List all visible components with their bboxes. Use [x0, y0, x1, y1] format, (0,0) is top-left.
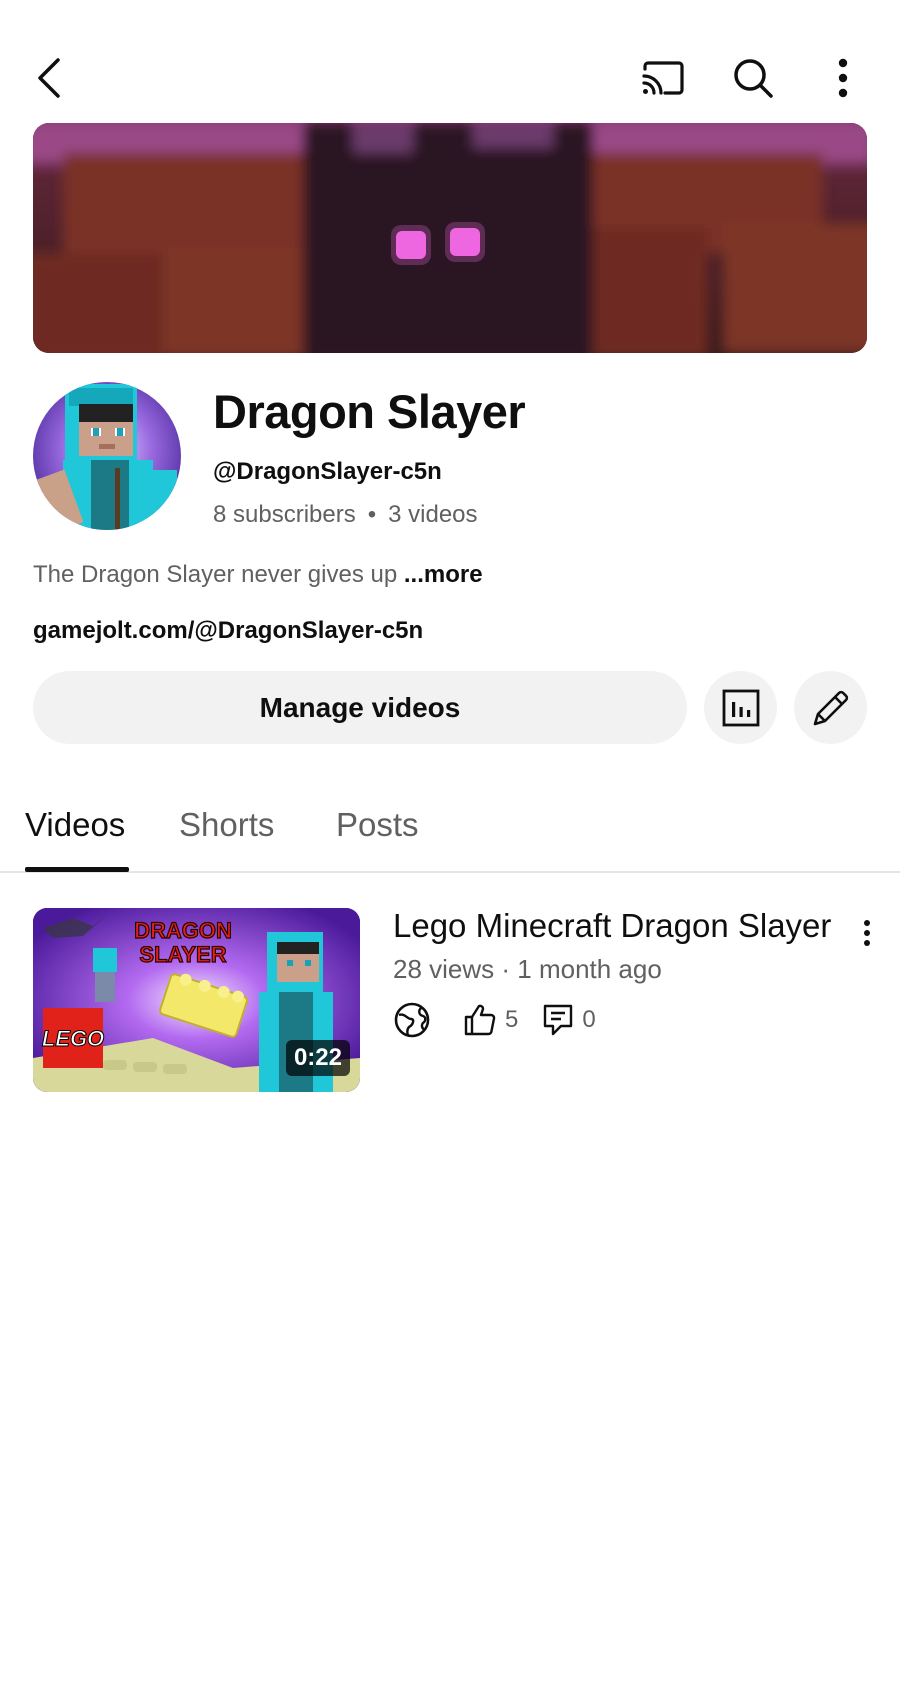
more-vertical-icon [864, 920, 870, 946]
video-list-item[interactable]: LEGO DRAGON SLAYER 0:22 Lego Minecraft D… [0, 905, 900, 1095]
active-tab-indicator [25, 867, 129, 872]
video-count: 3 videos [388, 501, 478, 528]
channel-handle: @DragonSlayer-c5n [213, 458, 442, 485]
channel-tabs: Videos Shorts Posts [0, 790, 900, 873]
banner-image [33, 123, 867, 353]
video-thumbnail[interactable]: LEGO DRAGON SLAYER 0:22 [33, 908, 360, 1092]
video-more-button[interactable] [852, 913, 882, 953]
search-button[interactable] [718, 40, 788, 115]
like-count: 5 [505, 1006, 519, 1033]
tab-posts[interactable]: Posts [336, 805, 419, 845]
thumb-logo: LEGO [42, 1026, 104, 1051]
comments-stat: 0 [542, 1003, 596, 1037]
video-duration: 0:22 [285, 1040, 350, 1076]
channel-stats: 8 subscribers • 3 videos [213, 500, 478, 530]
avatar-image [33, 382, 181, 530]
globe-icon [394, 1002, 430, 1038]
likes-stat: 5 [463, 1003, 518, 1037]
subscriber-count: 8 subscribers [213, 501, 356, 528]
stats-separator: • [367, 501, 377, 528]
video-stats: 5 0 [393, 998, 620, 1042]
search-icon [734, 58, 773, 98]
video-title[interactable]: Lego Minecraft Dragon Slayer [393, 905, 843, 947]
pencil-icon [813, 690, 848, 725]
channel-description[interactable]: The Dragon Slayer never gives up ...more [33, 560, 483, 590]
tab-shorts[interactable]: Shorts [179, 805, 274, 845]
back-button[interactable] [14, 40, 84, 115]
video-meta: 28 views · 1 month ago [393, 954, 662, 984]
channel-banner[interactable] [33, 123, 867, 353]
more-options-button[interactable] [808, 40, 878, 115]
thumb-title-line1: DRAGON [134, 918, 232, 943]
analytics-button[interactable] [704, 671, 777, 744]
comment-icon [544, 1004, 573, 1036]
description-text: The Dragon Slayer never gives up [33, 561, 398, 588]
cast-icon [642, 60, 684, 95]
channel-name: Dragon Slayer [213, 385, 526, 438]
channel-link[interactable]: gamejolt.com/@DragonSlayer-c5n [33, 616, 423, 646]
comment-count: 0 [582, 1006, 596, 1033]
visibility-stat [393, 1001, 439, 1039]
tab-videos[interactable]: Videos [25, 805, 125, 845]
top-bar [0, 40, 900, 115]
channel-avatar[interactable] [33, 382, 181, 530]
back-arrow-icon [38, 57, 60, 98]
channel-page: Dragon Slayer @DragonSlayer-c5n 8 subscr… [0, 0, 900, 1695]
cast-button[interactable] [628, 40, 698, 115]
thumbs-up-icon [464, 1004, 496, 1036]
analytics-icon [722, 689, 759, 726]
manage-videos-button[interactable]: Manage videos [33, 671, 687, 744]
description-more-link[interactable]: ...more [404, 561, 483, 588]
edit-channel-button[interactable] [794, 671, 867, 744]
more-vertical-icon [838, 58, 848, 97]
thumb-title-line2: SLAYER [139, 942, 226, 967]
